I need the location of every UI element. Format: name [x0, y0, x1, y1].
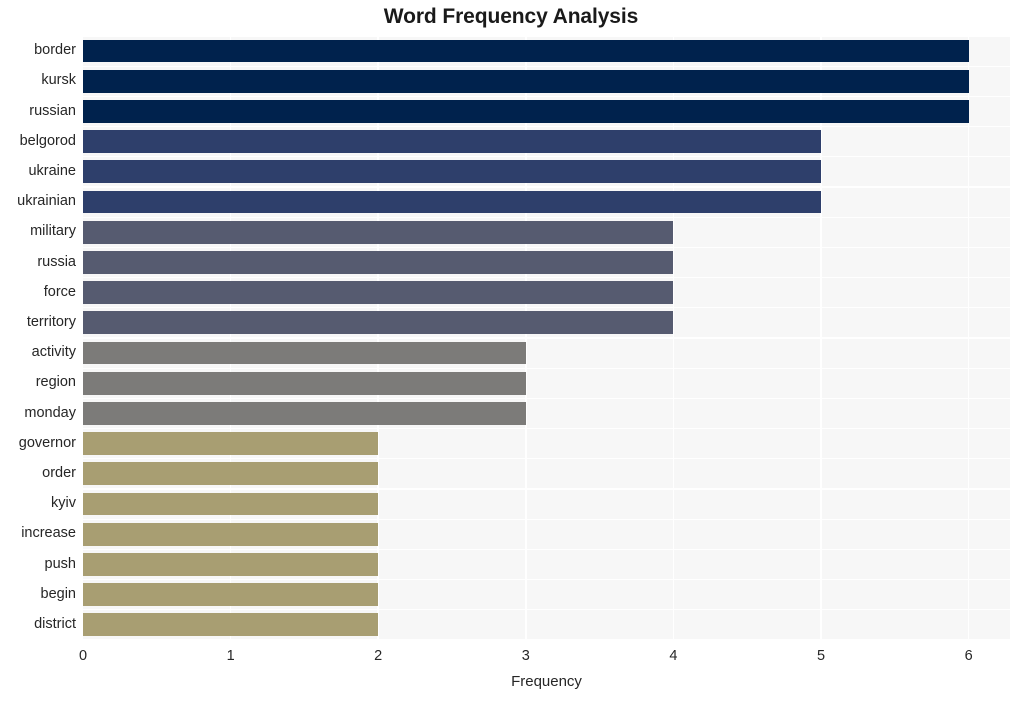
gridline-horizontal — [83, 125, 1010, 128]
gridline-horizontal — [83, 367, 1010, 369]
bar — [83, 190, 822, 214]
gridline-horizontal — [83, 337, 1010, 339]
y-axis-tick-label: order — [42, 464, 76, 481]
bar — [83, 402, 526, 425]
gridline-horizontal — [83, 276, 1010, 279]
bar — [83, 432, 379, 456]
x-axis-tick-label: 2 — [374, 648, 383, 664]
gridline-horizontal — [83, 246, 1010, 249]
bar — [83, 341, 526, 365]
y-axis-tick-label: ukrainian — [17, 193, 76, 210]
gridline-horizontal — [83, 397, 1010, 400]
gridline-horizontal — [83, 578, 1010, 581]
x-axis-tick-label: 6 — [964, 648, 973, 664]
y-axis-tick-label: territory — [26, 313, 76, 330]
bar — [83, 281, 674, 305]
bar — [83, 371, 526, 395]
y-axis-tick-label: kyiv — [51, 495, 76, 512]
y-axis-tick-label: monday — [24, 404, 76, 421]
y-axis-tick-label: activity — [31, 344, 76, 361]
gridline-horizontal — [83, 65, 1010, 67]
y-axis-tick-label: governor — [18, 434, 76, 451]
y-axis-tick-labels: border kursk russian belgorod ukraine ukraini… — [0, 36, 76, 640]
gridline-horizontal — [83, 609, 1010, 611]
bar — [83, 583, 379, 607]
chart-figure: Word Frequency Analysis border kursk russi… — [0, 0, 1022, 701]
y-axis-tick-label: force — [43, 283, 76, 300]
bar — [83, 613, 379, 637]
bar — [83, 220, 674, 244]
bar — [83, 130, 822, 154]
gridline-horizontal — [83, 518, 1010, 520]
y-axis-tick-label: begin — [40, 585, 76, 602]
gridline-horizontal — [83, 488, 1010, 490]
y-axis-tick-label: district — [34, 615, 76, 632]
gridline-horizontal — [83, 156, 1010, 158]
y-axis-tick-label: border — [34, 42, 76, 59]
x-axis-tick-label: 5 — [817, 648, 826, 664]
y-axis-tick-label: russian — [29, 102, 76, 119]
gridline-horizontal — [83, 36, 1010, 37]
x-axis-tick-labels: 0 1 2 3 4 5 6 — [0, 640, 1022, 670]
bar — [83, 311, 674, 335]
y-axis-tick-label: ukraine — [28, 162, 76, 179]
x-axis-tick-label: 0 — [78, 648, 88, 664]
plot-area — [83, 36, 1010, 640]
y-axis-tick-label: russia — [37, 253, 76, 270]
x-axis-tick-label: 3 — [521, 648, 530, 664]
chart-title: Word Frequency Analysis — [383, 5, 639, 28]
gridline-horizontal — [83, 186, 1010, 188]
bar — [83, 462, 379, 486]
gridline-horizontal — [83, 307, 1010, 309]
gridline-horizontal — [83, 548, 1010, 551]
bar — [83, 39, 969, 63]
gridline-horizontal — [83, 427, 1010, 430]
bar — [83, 160, 822, 184]
bar — [83, 492, 379, 516]
gridline-horizontal — [83, 95, 1010, 98]
y-axis-tick-label: region — [35, 374, 76, 391]
x-axis-title: Frequency — [511, 673, 582, 690]
gridline-horizontal — [83, 458, 1010, 460]
y-axis-tick-label: push — [44, 555, 76, 572]
gridline-horizontal — [83, 216, 1010, 218]
x-axis-tick-label: 1 — [226, 648, 235, 664]
bar — [83, 100, 969, 123]
x-axis-tick-label: 4 — [669, 648, 678, 664]
bar — [83, 251, 674, 274]
y-axis-tick-label: belgorod — [19, 132, 76, 149]
bar — [83, 522, 379, 546]
y-axis-tick-label: kursk — [41, 72, 76, 89]
y-axis-tick-label: increase — [21, 525, 76, 542]
bar — [83, 553, 379, 576]
bar — [83, 69, 969, 93]
y-axis-tick-label: military — [30, 223, 76, 240]
